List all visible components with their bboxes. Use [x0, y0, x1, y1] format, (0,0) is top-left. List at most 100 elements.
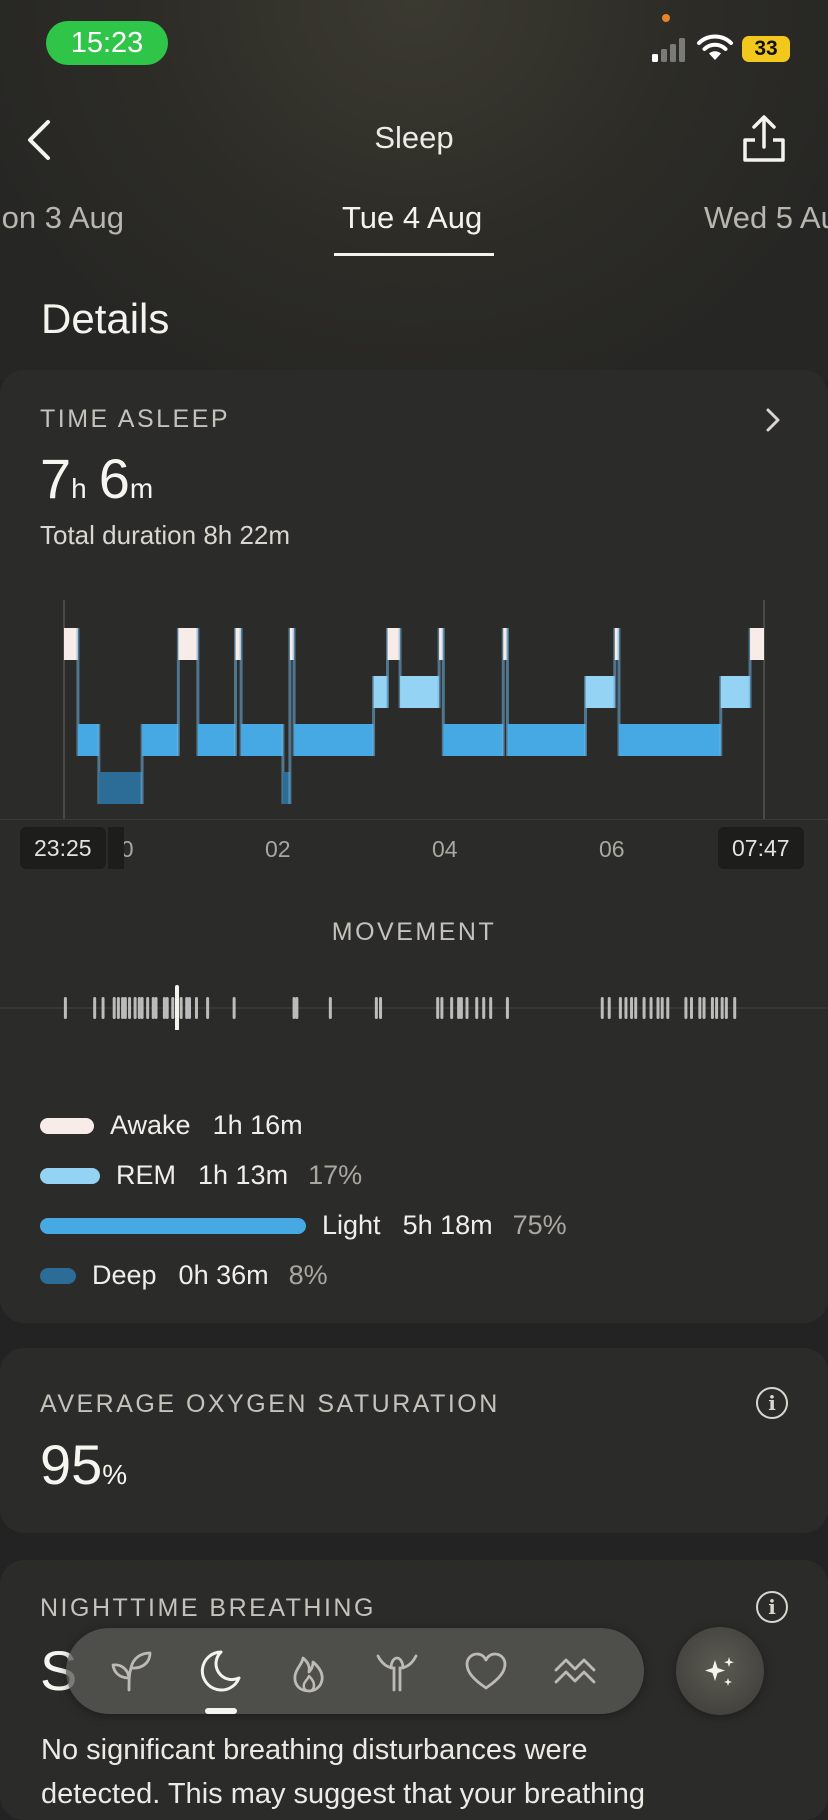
- movement-tick: [151, 997, 155, 1019]
- movement-tick: [630, 997, 634, 1019]
- movement-tick: [634, 997, 638, 1019]
- breathing-description-line1: No significant breathing disturbances we…: [41, 1734, 588, 1766]
- hours-unit: h: [71, 473, 87, 504]
- share-icon[interactable]: [742, 114, 786, 162]
- movement-tick: [656, 997, 660, 1019]
- movement-tick: [642, 997, 646, 1019]
- movement-tick: [128, 997, 132, 1019]
- legend-duration: 1h 16m: [212, 1110, 303, 1140]
- movement-tick: [162, 997, 166, 1019]
- hypnogram-segment-awake: [387, 628, 401, 660]
- heart-icon[interactable]: [463, 1648, 509, 1694]
- movement-label: MOVEMENT: [331, 918, 497, 946]
- date-tab-current[interactable]: Tue 4 Aug: [342, 200, 482, 236]
- hypnogram-segment-deep: [98, 772, 143, 804]
- battery-indicator: 33: [742, 36, 790, 62]
- privacy-indicator-dot: [662, 14, 670, 22]
- time-asleep-label: TIME ASLEEP: [40, 405, 231, 433]
- minutes-unit: m: [129, 473, 154, 504]
- date-tab-next-clip: Wed 5 Aug: [704, 195, 828, 241]
- movement-tick: [450, 997, 454, 1019]
- moon-icon[interactable]: [197, 1648, 243, 1694]
- movement-tick: [292, 997, 296, 1019]
- legend-row-light: Light 5h 18m 75%: [40, 1210, 567, 1241]
- movement-tick: [116, 997, 120, 1019]
- oxygen-number: 95: [40, 1433, 103, 1496]
- chart-end-time: 07:47: [718, 827, 804, 869]
- cellular-signal-icon: [652, 38, 685, 62]
- breathing-description-line2: detected. This may suggest that your bre…: [41, 1778, 645, 1810]
- movement-tick: [600, 997, 604, 1019]
- movement-tick: [93, 997, 97, 1019]
- legend-stage: Awake: [110, 1110, 191, 1140]
- movement-tick: [710, 997, 714, 1019]
- movement-tick: [440, 997, 444, 1019]
- breathing-description: No significant breathing disturbances we…: [41, 1728, 801, 1816]
- movement-tick: [666, 997, 670, 1019]
- wifi-icon: [697, 34, 733, 60]
- legend-duration: 0h 36m: [178, 1260, 269, 1290]
- movement-tick: [724, 997, 728, 1019]
- sprout-icon[interactable]: [109, 1648, 155, 1694]
- movement-tick: [689, 997, 693, 1019]
- hypnogram-segment-light: [507, 724, 586, 756]
- date-tab-underline: [334, 253, 494, 256]
- legend-row-rem: REM 1h 13m 17%: [40, 1160, 362, 1191]
- hypnogram-segment-rem: [373, 676, 388, 708]
- movement-tick: [185, 997, 189, 1019]
- movement-tick: [328, 997, 332, 1019]
- hypnogram-segment-rem: [585, 676, 615, 708]
- flame-icon[interactable]: [286, 1648, 332, 1694]
- chart-start-time: 23:25: [20, 827, 106, 869]
- movement-tick: [482, 997, 486, 1019]
- movement-cursor[interactable]: [175, 985, 179, 1030]
- movement-tick: [295, 997, 299, 1019]
- movement-tick: [720, 997, 724, 1019]
- movement-tick: [63, 997, 67, 1019]
- legend-duration: 5h 18m: [402, 1210, 493, 1240]
- movement-chart: [0, 985, 828, 1030]
- date-tab-prev-clip: Mon 3 Aug: [0, 195, 124, 241]
- movement-tick: [702, 997, 706, 1019]
- movement-tick: [733, 997, 737, 1019]
- waves-icon[interactable]: [552, 1648, 598, 1694]
- legend-bar: [40, 1117, 94, 1134]
- legend-stage: Light: [322, 1210, 381, 1240]
- legend-stage: REM: [116, 1160, 176, 1190]
- legend-row-deep: Deep 0h 36m 8%: [40, 1260, 328, 1291]
- tick-00-mask: [108, 827, 124, 869]
- movement-tick: [194, 997, 198, 1019]
- movement-tick: [436, 997, 440, 1019]
- legend-percent: 17%: [308, 1160, 363, 1190]
- movement-tick: [179, 997, 183, 1019]
- movement-tick: [475, 997, 479, 1019]
- movement-tick: [459, 997, 463, 1019]
- movement-tick: [457, 997, 461, 1019]
- breathing-label: NIGHTTIME BREATHING: [40, 1594, 376, 1622]
- legend-row-awake: Awake 1h 16m: [40, 1110, 303, 1141]
- legend-bar: [40, 1167, 100, 1184]
- breathing-info-icon[interactable]: i: [756, 1591, 788, 1623]
- legend-duration: 1h 13m: [198, 1160, 289, 1190]
- page-title: Sleep: [374, 120, 454, 155]
- movement-tick: [171, 997, 175, 1019]
- oxygen-label: AVERAGE OXYGEN SATURATION: [40, 1390, 500, 1418]
- movement-tick: [374, 997, 378, 1019]
- chevron-right-icon[interactable]: [762, 406, 784, 434]
- minutes-value: 6: [98, 447, 130, 510]
- hypnogram-segment-light: [618, 724, 721, 756]
- movement-tick: [154, 997, 158, 1019]
- tick-06: 06: [599, 836, 625, 862]
- movement-tick: [206, 997, 210, 1019]
- hypnogram-segment-light: [77, 724, 99, 756]
- sparkle-icon: [705, 1657, 734, 1686]
- oxygen-info-icon[interactable]: i: [756, 1387, 788, 1419]
- movement-tick: [660, 997, 664, 1019]
- date-tab-next[interactable]: Wed 5 Aug: [704, 200, 828, 236]
- body-icon[interactable]: [374, 1648, 420, 1694]
- date-tab-prev[interactable]: Mon 3 Aug: [0, 200, 124, 236]
- legend-bar: [40, 1217, 306, 1234]
- legend-percent: 75%: [512, 1210, 567, 1240]
- movement-tick: [137, 997, 141, 1019]
- hypnogram-segment-awake: [64, 628, 78, 660]
